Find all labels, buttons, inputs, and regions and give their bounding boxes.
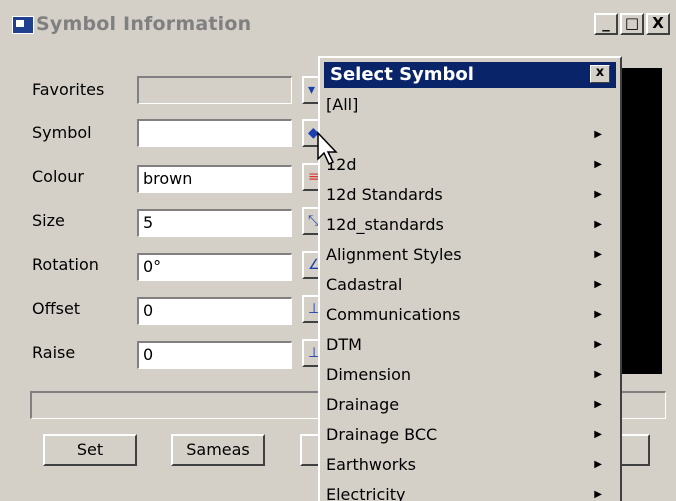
size-label: Size (32, 211, 65, 230)
menu-item[interactable]: 12d ▶ (324, 150, 614, 179)
menu-item-label: Cadastral (326, 275, 403, 294)
submenu-arrow-icon: ▶ (594, 459, 602, 470)
raise-label: Raise (32, 343, 76, 362)
menu-item-label: Alignment Styles (326, 245, 462, 264)
colour-field[interactable]: brown (137, 165, 292, 193)
submenu-arrow-icon: ▶ (594, 399, 602, 410)
offset-field[interactable]: 0 (137, 297, 292, 325)
menu-item-label: Dimension (326, 365, 412, 384)
favorites-label: Favorites (32, 80, 105, 99)
menu-item-label: [All] (326, 95, 359, 114)
title-bar[interactable]: Symbol Information _ □ X (0, 0, 676, 46)
size-field[interactable]: 5 (137, 209, 292, 237)
menu-item[interactable]: Electricity ▶ (324, 480, 614, 501)
popup-title-bar[interactable]: Select Symbol x (324, 62, 616, 88)
menu-item[interactable]: Drainage BCC ▶ (324, 420, 614, 449)
maximize-button[interactable]: □ (620, 13, 644, 35)
minimize-button[interactable]: _ (594, 13, 618, 35)
menu-item[interactable]: Earthworks ▶ (324, 450, 614, 479)
submenu-arrow-icon: ▶ (594, 219, 602, 230)
symbol-preview (622, 68, 662, 374)
submenu-arrow-icon: ▶ (594, 309, 602, 320)
menu-item-label: 12d_standards (326, 215, 444, 234)
menu-item[interactable]: 12d Standards ▶ (324, 180, 614, 209)
menu-item[interactable]: Dimension ▶ (324, 360, 614, 389)
submenu-arrow-icon: ▶ (594, 159, 602, 170)
raise-field[interactable]: 0 (137, 341, 292, 369)
app-icon (12, 16, 34, 34)
menu-item-label: Drainage BCC (326, 425, 438, 444)
menu-item[interactable]: [All] (324, 90, 614, 119)
dropdown-icon: ▾ (308, 82, 316, 98)
menu-item[interactable]: Drainage ▶ (324, 390, 614, 419)
menu-item[interactable]: ▶ (324, 120, 614, 149)
set-button[interactable]: Set (43, 434, 137, 466)
submenu-arrow-icon: ▶ (594, 339, 602, 350)
menu-item[interactable]: DTM ▶ (324, 330, 614, 359)
select-symbol-popup: Select Symbol x [All] ▶ 12d ▶ 12d Standards ▶… (318, 56, 622, 501)
close-button[interactable]: X (646, 13, 670, 35)
offset-label: Offset (32, 299, 81, 318)
submenu-arrow-icon: ▶ (594, 279, 602, 290)
submenu-arrow-icon: ▶ (594, 249, 602, 260)
submenu-arrow-icon: ▶ (594, 129, 602, 140)
menu-item[interactable]: Communications ▶ (324, 300, 614, 329)
menu-item-label: Electricity (326, 485, 406, 501)
symbol-field[interactable] (137, 119, 292, 147)
symbol-label: Symbol (32, 123, 92, 142)
popup-title: Select Symbol (330, 64, 474, 85)
menu-item[interactable]: Cadastral ▶ (324, 270, 614, 299)
menu-item-label: DTM (326, 335, 362, 354)
sameas-button[interactable]: Sameas (171, 434, 265, 466)
menu-item-label: 12d Standards (326, 185, 443, 204)
popup-close-button[interactable]: x (590, 65, 610, 83)
menu-item[interactable]: Alignment Styles ▶ (324, 240, 614, 269)
menu-item[interactable]: 12d_standards ▶ (324, 210, 614, 239)
hidden-button-right[interactable] (620, 434, 650, 466)
rotation-label: Rotation (32, 255, 99, 274)
submenu-arrow-icon: ▶ (594, 489, 602, 500)
menu-item-label: Earthworks (326, 455, 416, 474)
mouse-cursor-icon (317, 131, 338, 166)
submenu-arrow-icon: ▶ (594, 189, 602, 200)
menu-item-label: Drainage (326, 395, 400, 414)
window-title: Symbol Information (36, 13, 252, 35)
menu-item-label: Communications (326, 305, 461, 324)
rotation-field[interactable]: 0° (137, 253, 292, 281)
submenu-arrow-icon: ▶ (594, 429, 602, 440)
submenu-arrow-icon: ▶ (594, 369, 602, 380)
colour-label: Colour (32, 167, 84, 186)
favorites-field[interactable] (137, 76, 292, 104)
